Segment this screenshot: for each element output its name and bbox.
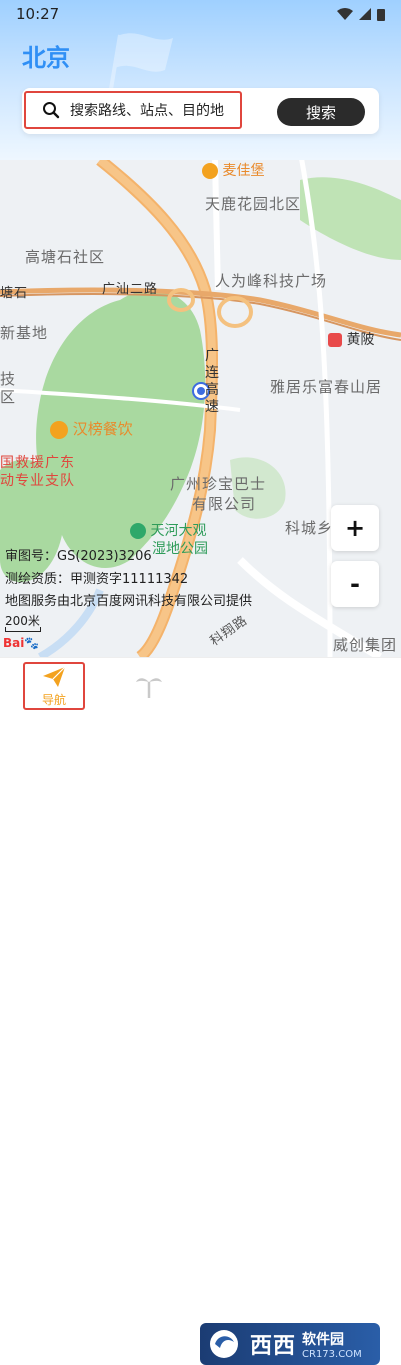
baidu-paw-icon: 🐾 — [24, 636, 40, 650]
map-label-kecheng: 科城乡 — [285, 519, 334, 537]
status-bar: 10:27 — [0, 0, 401, 28]
battery-icon — [377, 8, 385, 21]
map-label-weichuang: 威创集团 — [333, 636, 398, 654]
map-label-shidi: 湿地公园 — [152, 541, 208, 557]
map-label-xinjidi: 新基地 — [0, 324, 49, 342]
zoom-in-button[interactable]: + — [331, 505, 379, 551]
map-label-tianluhuayuan: 天鹿花园北区 — [205, 195, 302, 213]
paper-plane-icon — [43, 666, 66, 687]
map-label-guangzhou-zhenbao: 广州珍宝巴士 — [170, 475, 267, 493]
map-info-qualification: 测绘资质：甲测资字11111342 — [5, 572, 189, 587]
map-label-guojiuyuan: 国救援广东 — [0, 455, 75, 471]
map-info-provider: 地图服务由北京百度网讯科技有限公司提供 — [5, 594, 253, 609]
map-label-tangshi: 塘石 — [0, 286, 29, 301]
baidu-logo-text: Bai — [3, 636, 25, 650]
poi-label: 黄陂 — [346, 332, 375, 348]
poi-label: 汉榜餐饮 — [72, 420, 133, 438]
food-icon — [50, 420, 68, 439]
map-label-jiqu: 技区 — [0, 370, 17, 406]
char: 广 — [205, 348, 219, 364]
city-title[interactable]: 北京 — [22, 38, 70, 73]
poi-label: 麦佳堡 — [222, 163, 265, 179]
signal-icon — [359, 8, 371, 20]
nav-tab-label: 导航 — [41, 692, 66, 707]
baidu-logo: Bai🐾 — [3, 636, 39, 650]
poi-label: 天河大观 — [150, 523, 207, 539]
search-icon — [43, 102, 60, 119]
nav-tab-navigation[interactable]: 导航 — [23, 662, 85, 710]
watermark-domain: CR173.COM — [302, 1348, 362, 1360]
status-time: 10:27 — [16, 5, 60, 23]
watermark-logo: 西西 软件园 CR173.COM — [200, 1323, 380, 1365]
poi-huangpi[interactable]: 黄陂 — [328, 329, 374, 349]
poi-tianhe[interactable]: 天河大观 — [130, 520, 206, 540]
bottom-nav: 导航 西西 软件园 CR173.COM — [0, 657, 401, 1365]
map-label-youxian: 有限公司 — [192, 495, 257, 513]
watermark-subtext: 软件园 — [302, 1331, 345, 1348]
poi-maijiabao[interactable]: 麦佳堡 — [202, 160, 264, 180]
map-label-guangliangao: 广 连 高 速 — [205, 348, 221, 416]
map-label-gaotang: 高塘石社区 — [25, 248, 106, 266]
char: 高 — [205, 382, 219, 398]
park-icon — [130, 523, 146, 539]
watermark-text: 西西 — [250, 1334, 297, 1359]
map-label-guangshan: 广汕二路 — [102, 282, 159, 297]
nav-tab-second[interactable] — [120, 664, 178, 708]
map-label-renwei: 人为峰科技广场 — [215, 272, 328, 290]
map-label-zhuanye: 动专业支队 — [0, 473, 75, 489]
header: 10:27 北京 搜索路线、站点、目的地 搜索 — [0, 0, 401, 160]
map-scale-bar — [5, 627, 41, 632]
status-icons — [337, 8, 385, 21]
wifi-icon — [337, 8, 353, 20]
zoom-out-button[interactable]: - — [331, 561, 379, 607]
palm-tree-icon — [136, 678, 162, 698]
search-card: 搜索路线、站点、目的地 搜索 — [22, 88, 379, 134]
watermark-emblem-icon — [210, 1330, 238, 1358]
map-info-review-number: 审图号：GS(2023)3206 — [5, 549, 152, 564]
char: 速 — [205, 399, 219, 415]
search-input[interactable]: 搜索路线、站点、目的地 — [24, 91, 242, 129]
char: 连 — [205, 365, 219, 381]
station-icon — [328, 333, 342, 347]
search-placeholder: 搜索路线、站点、目的地 — [70, 103, 224, 119]
food-icon — [202, 163, 218, 179]
poi-hanbang[interactable]: 汉榜餐饮 — [50, 418, 133, 439]
search-button[interactable]: 搜索 — [277, 98, 365, 126]
map-label-yaju: 雅居乐富春山居 — [270, 378, 383, 396]
